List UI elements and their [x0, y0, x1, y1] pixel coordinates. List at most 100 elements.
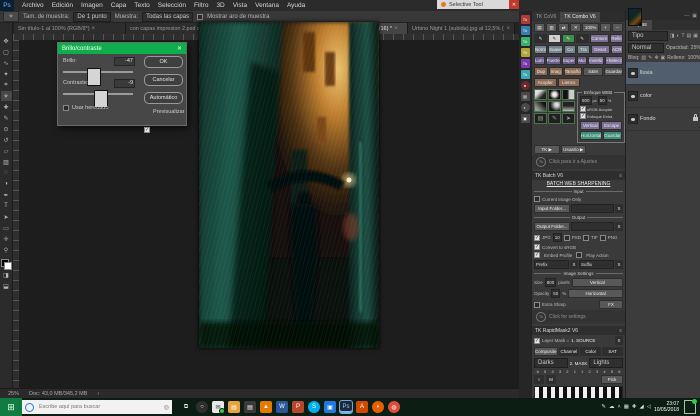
microphone-icon[interactable]: ◎	[164, 404, 169, 411]
menu-item[interactable]: Archivo	[18, 2, 48, 9]
mask-number[interactable]: 5	[608, 369, 615, 374]
menu-item[interactable]: Ventana	[251, 2, 283, 9]
desat-button[interactable]: Desat	[591, 45, 610, 54]
store-icon[interactable]: ▣	[324, 401, 336, 413]
mask-number[interactable]: 2	[586, 369, 593, 374]
web-size-field[interactable]: 800	[580, 96, 592, 105]
tk-record-icon[interactable]: ●	[521, 81, 530, 90]
up-arrow-tray-icon[interactable]: ˄	[617, 404, 620, 410]
menu-item[interactable]: Filtro	[190, 2, 212, 9]
marquee-tool-icon[interactable]: ▢	[1, 47, 12, 57]
close-icon[interactable]: ×	[394, 26, 398, 32]
notification-center-icon[interactable]	[684, 400, 696, 414]
tk-panel-icon[interactable]: Tk	[521, 26, 530, 35]
png-checkbox[interactable]	[600, 235, 606, 241]
search-input[interactable]	[37, 403, 151, 411]
mask-number[interactable]: 2	[564, 369, 571, 374]
blur-tool-icon[interactable]: ◌	[1, 168, 12, 178]
selective-tool-window[interactable]: Selective Tool ✕	[437, 0, 519, 9]
shape-tool-icon[interactable]: ▭	[1, 223, 12, 233]
srgb-checkbox[interactable]	[580, 106, 586, 112]
mask-number[interactable]: 3	[556, 369, 563, 374]
vertical-batch-button[interactable]: Vertical	[572, 278, 623, 287]
zoom-tool-icon[interactable]: ⚲	[1, 245, 12, 255]
powerpoint-icon[interactable]: P	[292, 401, 304, 413]
brightness-value[interactable]: -47	[114, 57, 135, 66]
paint-white-icon[interactable]: ✎	[548, 34, 561, 43]
layer-row-fondo[interactable]: Fondo	[626, 108, 700, 131]
healing-brush-tool-icon[interactable]: ✚	[1, 102, 12, 112]
contrast-slider[interactable]	[63, 93, 133, 95]
channel-button[interactable]: Channel	[559, 347, 580, 356]
mask-thumb[interactable]	[562, 101, 575, 112]
open-folder-icon[interactable]: ▤	[534, 23, 545, 32]
paint-green-icon[interactable]: ✎	[562, 34, 575, 43]
filter-smart-icon[interactable]: ▣	[693, 33, 698, 39]
mask-thumb[interactable]	[534, 101, 547, 112]
mask-thumb[interactable]	[562, 89, 575, 100]
brush-icon[interactable]: ✎	[548, 113, 561, 124]
quick-mask-icon[interactable]: ◨	[1, 270, 12, 280]
mask-thumb[interactable]	[534, 89, 547, 100]
layer-name[interactable]: Fondo	[640, 116, 656, 122]
menu-item[interactable]: Vista	[229, 2, 251, 9]
sat-button[interactable]: SAT	[602, 347, 623, 356]
mask-thumb[interactable]	[548, 101, 561, 112]
darks-dropdown[interactable]: Darks	[534, 358, 568, 368]
taskbar-search[interactable]: ◎	[22, 400, 172, 414]
layer-mask-checkbox[interactable]	[534, 338, 540, 344]
tk-menu-button[interactable]: TK ▶	[534, 145, 560, 154]
eraser-tool-icon[interactable]: ▱	[1, 146, 12, 156]
menu-item[interactable]: Texto	[130, 2, 154, 9]
layer-name[interactable]: color	[640, 93, 652, 99]
suave-button[interactable]: Suave	[548, 45, 563, 54]
mask-number[interactable]: 1	[579, 369, 586, 374]
layer-name[interactable]: lluvia	[640, 70, 653, 76]
mask-number[interactable]: 5	[541, 369, 548, 374]
screen-mode-icon[interactable]: ⬓	[1, 281, 12, 291]
play-action-checkbox[interactable]	[576, 252, 582, 258]
sm-button[interactable]: S&M	[583, 67, 604, 76]
lock-transparent-icon[interactable]: ▨	[641, 55, 646, 61]
word-icon[interactable]: W	[276, 401, 288, 413]
animate-icon[interactable]: A	[356, 401, 368, 413]
file-explorer-icon[interactable]: ▤	[228, 401, 240, 413]
pin-icon[interactable]: ➤	[562, 113, 575, 124]
clear-output-button[interactable]: X	[615, 222, 623, 231]
stop-icon[interactable]: ▣	[521, 114, 530, 123]
pen-tool-icon[interactable]: ✒	[1, 190, 12, 200]
size-field[interactable]: 800	[545, 278, 557, 287]
cancel-button[interactable]: Cancelar	[144, 74, 183, 86]
history-brush-tool-icon[interactable]: ↺	[1, 135, 12, 145]
move-tool-icon[interactable]: ✥	[1, 36, 12, 46]
suffix-field[interactable]: Suffix	[579, 260, 614, 269]
composite-button[interactable]: Composite	[534, 347, 558, 356]
jpg-checkbox[interactable]	[534, 235, 540, 241]
network-tray-icon[interactable]: ◢	[640, 404, 644, 410]
zoom-in-button[interactable]: +	[600, 23, 611, 32]
gradient-tool-icon[interactable]: ▨	[1, 157, 12, 167]
menu-item[interactable]: Capa	[107, 2, 131, 9]
contrast-value[interactable]: -9	[114, 79, 135, 88]
filter-shape-icon[interactable]: ▤	[687, 33, 692, 39]
tk-panel-icon[interactable]: Tk	[521, 59, 530, 68]
sampling-ring-checkbox[interactable]	[197, 14, 203, 20]
output-folder-button[interactable]: Output Folder...	[534, 222, 570, 231]
prefix-field[interactable]: Prefix	[534, 260, 569, 269]
jpg-quality-field[interactable]: 10	[553, 233, 562, 242]
auto-button[interactable]: Automático	[144, 92, 183, 104]
psd-checkbox[interactable]	[564, 235, 570, 241]
invert-button[interactable]: Invertir	[588, 56, 604, 65]
photoshop-icon[interactable]: Ps	[340, 401, 352, 413]
tk-panel-icon[interactable]: Tk	[521, 70, 530, 79]
tab-tk-cov6[interactable]: TK CoV6	[532, 12, 560, 22]
escape-button[interactable]: Escape	[601, 121, 621, 130]
lum-button[interactable]: Lum	[534, 56, 545, 65]
tk-panel-icon[interactable]: Tk	[521, 15, 530, 24]
paint-black-icon[interactable]: ✎	[534, 34, 547, 43]
menu-item[interactable]: Edición	[48, 2, 77, 9]
fill-value[interactable]: 100%	[688, 55, 700, 61]
document-tab[interactable]: Sin título-1 al 100% (RGB/8*) ×	[14, 23, 126, 34]
close-icon[interactable]: ✕	[509, 0, 519, 9]
visibility-eye-icon[interactable]	[628, 114, 638, 124]
